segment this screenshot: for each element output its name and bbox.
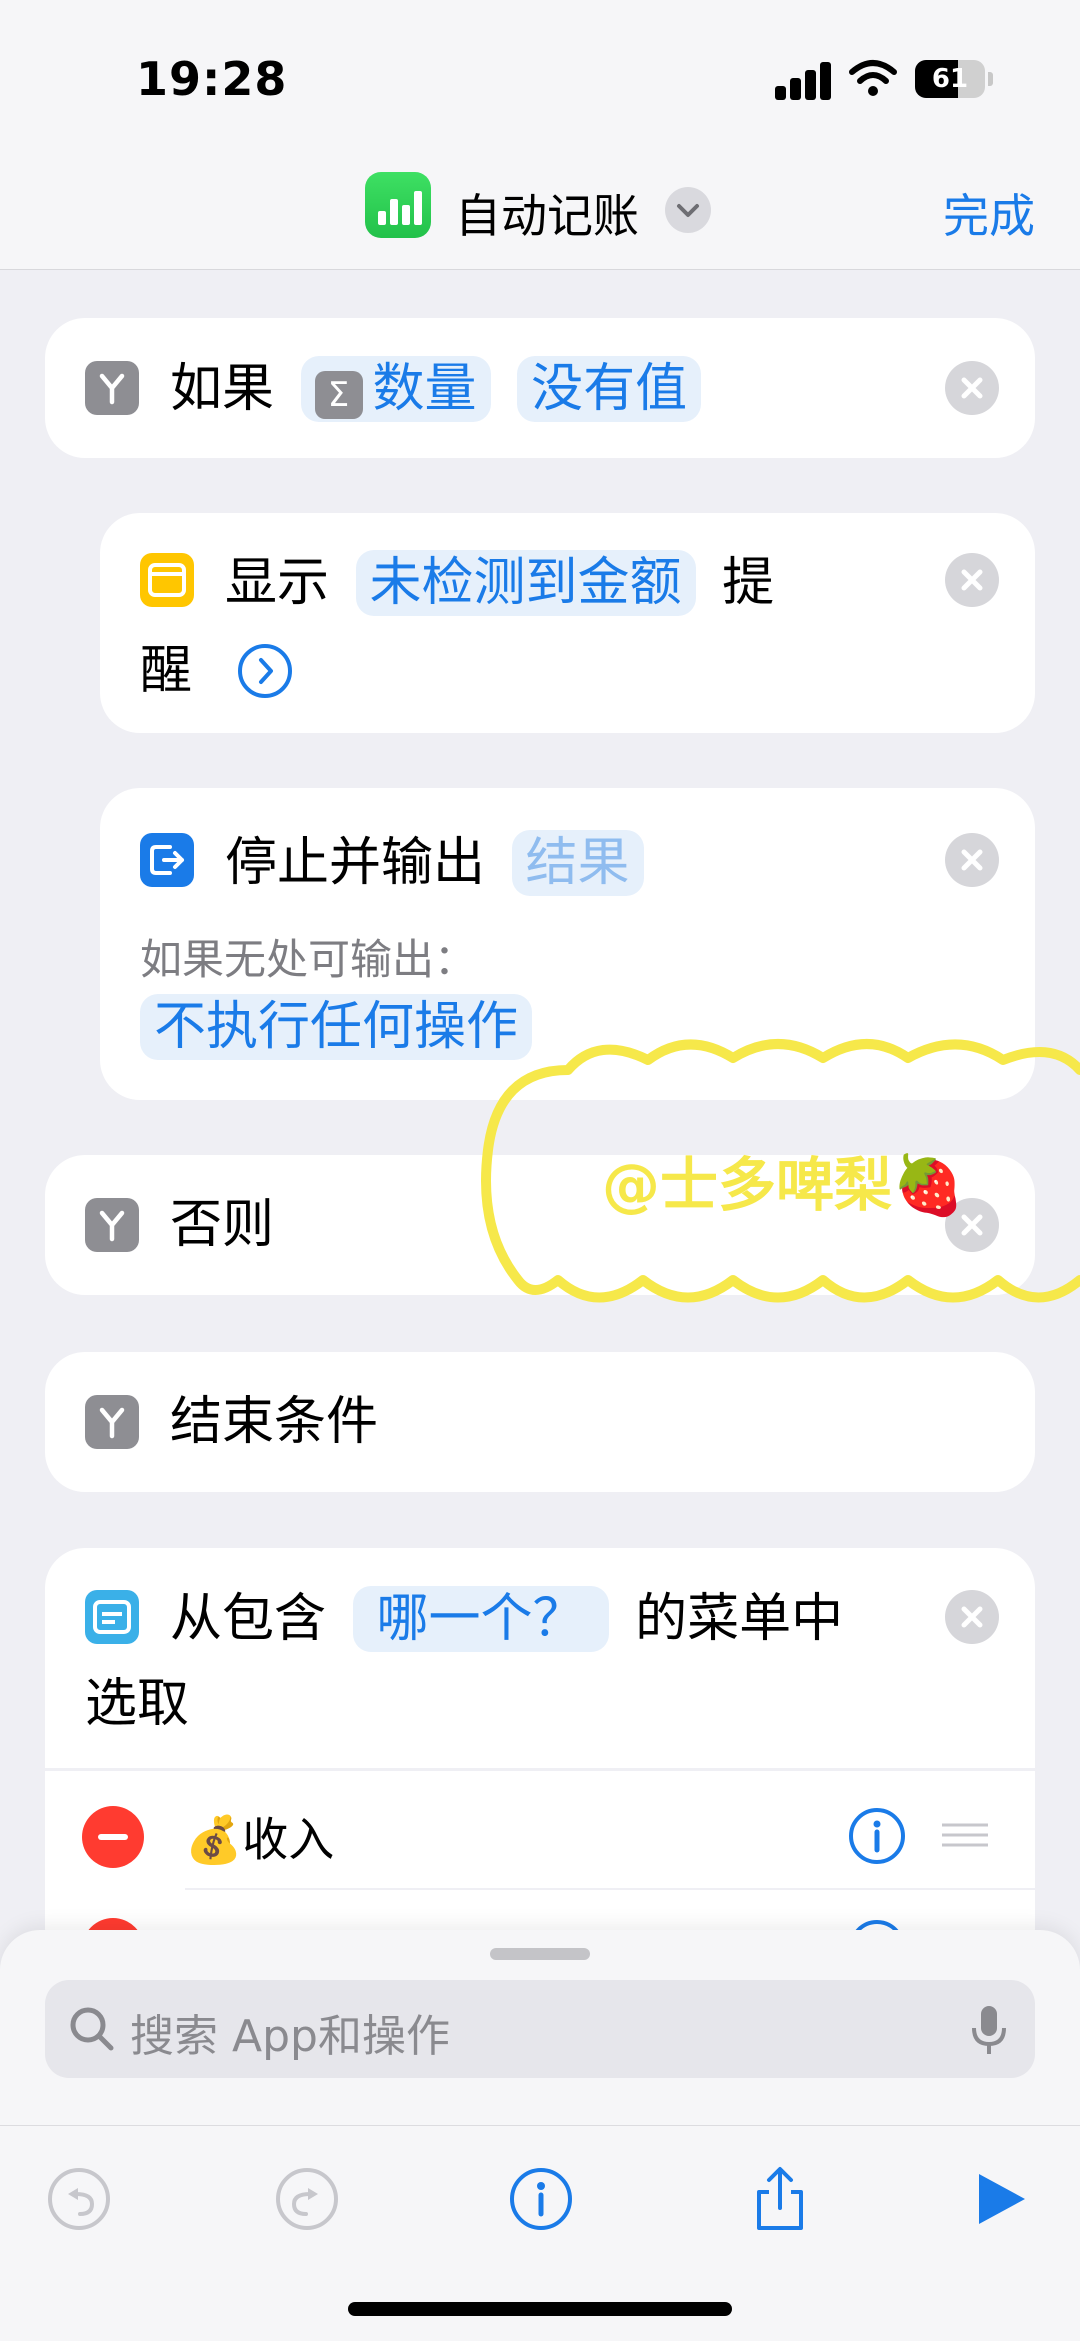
stop-output-icon [140,833,194,887]
condition-token[interactable]: 没有值 [517,356,702,422]
if-action-card[interactable]: 如果 Σ 数量 没有值 [45,318,1035,458]
search-icon [70,2007,114,2051]
divider [45,1768,1035,1771]
mic-icon[interactable] [969,2002,1009,2058]
battery-tip [988,72,993,86]
action-search-sheet: 搜索 App和操作 [0,1930,1080,2341]
battery-icon: 61 [915,60,985,98]
choose-menu-card[interactable]: 从包含 哪一个？ 的菜单中 选取 💰收入 [45,1548,1035,1968]
stop-output-title: 停止并输出 [225,833,486,893]
done-button[interactable]: 完成 [943,180,1035,246]
if-keyword: 如果 [170,359,275,419]
home-indicator [348,2302,732,2316]
wifi-icon [849,60,897,96]
share-icon[interactable] [745,2164,815,2234]
end-if-card[interactable]: 结束条件 [45,1352,1035,1492]
play-icon[interactable] [965,2164,1035,2234]
redo-icon[interactable] [272,2164,342,2234]
numbers-app-icon[interactable] [365,172,431,238]
if-icon [85,1395,139,1449]
result-token[interactable]: 结果 [511,830,644,896]
alert-suffix: 提 [722,553,775,613]
variable-token[interactable]: Σ 数量 [300,356,491,422]
search-input[interactable]: 搜索 App和操作 [45,1980,1035,2078]
close-icon[interactable] [945,1590,999,1644]
money-bag-icon: 💰 [185,1812,243,1867]
alert-icon [140,553,194,607]
otherwise-label: 否则 [170,1195,275,1255]
close-icon[interactable] [945,361,999,415]
delete-item-button[interactable] [82,1806,144,1868]
menu-prompt-token[interactable]: 哪一个？ [352,1586,609,1652]
alert-message-token[interactable]: 未检测到金额 [355,550,696,616]
menu-item-label: 收入 [242,1812,335,1867]
battery-level: 61 [931,64,969,94]
menu-icon [85,1590,139,1644]
divider [185,1888,1035,1890]
shortcut-title[interactable]: 自动记账 [455,180,639,246]
alert-suffix-line2: 醒 [140,641,193,701]
close-icon[interactable] [945,553,999,607]
close-icon[interactable] [945,833,999,887]
choose-menu-suffix: 的菜单中 [635,1589,844,1649]
chevron-right-icon[interactable] [237,643,293,699]
drag-handle-icon[interactable] [940,1821,990,1851]
sheet-grabber[interactable] [490,1948,590,1960]
choose-menu-prefix: 从包含 [170,1589,327,1649]
info-icon[interactable] [847,1806,907,1866]
show-verb: 显示 [225,553,330,613]
undo-icon[interactable] [44,2164,114,2234]
if-icon [85,361,139,415]
search-placeholder: 搜索 App和操作 [130,2011,450,2062]
choose-menu-suffix-line2: 选取 [85,1674,190,1734]
if-icon [85,1198,139,1252]
fallback-option-token[interactable]: 不执行任何操作 [140,994,533,1060]
status-bar: 19:28 61 [0,0,1080,150]
end-if-label: 结束条件 [170,1392,379,1452]
watermark-text: @士多啤梨🍓 [602,1151,965,1219]
variable-label: 数量 [372,359,477,419]
chevron-down-icon[interactable] [665,187,711,233]
status-time: 19:28 [136,52,288,106]
sigma-icon: Σ [314,371,363,419]
fallback-label: 如果无处可输出： [140,935,477,984]
show-alert-card[interactable]: 显示 未检测到金额 提 醒 [100,513,1035,733]
info-icon[interactable] [506,2164,576,2234]
signal-icon [775,60,833,100]
nav-bar: 自动记账 完成 [0,150,1080,270]
list-item[interactable]: 💰收入 [185,1806,334,1870]
